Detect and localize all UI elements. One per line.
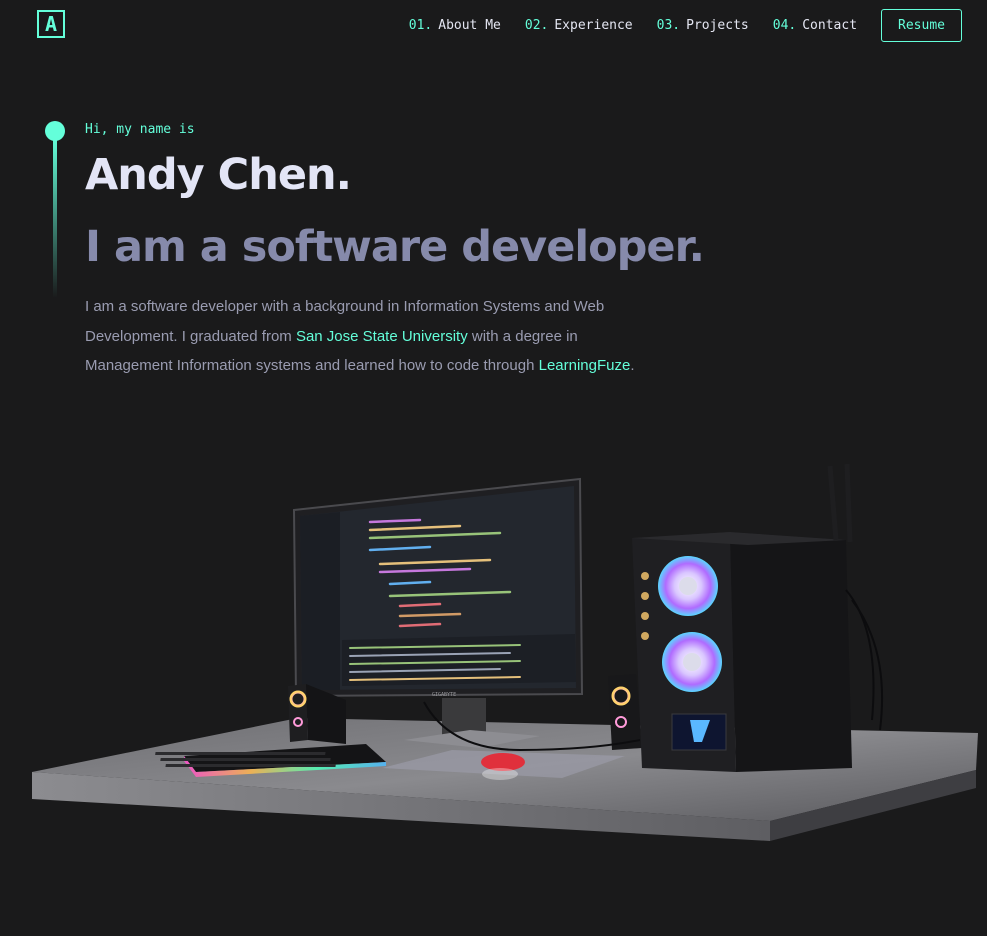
hero-tagline: I am a software developer.: [85, 222, 705, 272]
nav-projects[interactable]: 03. Projects: [657, 18, 749, 33]
nav-about-me[interactable]: 01. About Me: [409, 18, 501, 33]
monitor: GIGABYTE: [292, 477, 584, 698]
pc-tower: [632, 463, 883, 772]
nav-number: 01.: [408, 18, 433, 33]
nav-label: Contact: [802, 18, 858, 33]
resume-button[interactable]: Resume: [881, 9, 962, 42]
greeting-text: Hi, my name is: [85, 122, 195, 137]
nav-number: 03.: [656, 18, 681, 33]
bio-text: .: [630, 357, 635, 374]
nav-label: Projects: [686, 18, 749, 33]
hero-name: Andy Chen.: [85, 150, 352, 200]
timeline-line: [53, 138, 57, 298]
nav-number: 02.: [524, 18, 549, 33]
logo-icon[interactable]: A: [37, 10, 65, 38]
desk-setup-3d-scene[interactable]: GIGABYTE: [0, 450, 987, 870]
monitor-brand-label: GIGABYTE: [432, 692, 456, 698]
hero-bio: I am a software developer with a backgro…: [85, 292, 655, 381]
nav-label: Experience: [554, 18, 633, 33]
right-speaker: [608, 674, 642, 750]
nav-experience[interactable]: 02. Experience: [525, 18, 633, 33]
portfolio-page: A 01. About Me 02. Experience 03. Projects …: [0, 0, 987, 936]
learningfuze-link[interactable]: LearningFuze: [539, 357, 631, 374]
nav-label: About Me: [438, 18, 501, 33]
rgb-fan-bottom: [662, 632, 722, 692]
nav-contact[interactable]: 04. Contact: [773, 18, 857, 33]
rgb-fan-top: [658, 556, 718, 616]
main-nav: 01. About Me 02. Experience 03. Projects 04…: [409, 9, 962, 42]
nav-number: 04.: [772, 18, 797, 33]
logo-letter: A: [44, 12, 58, 36]
sjsu-link[interactable]: San Jose State University: [296, 328, 468, 345]
